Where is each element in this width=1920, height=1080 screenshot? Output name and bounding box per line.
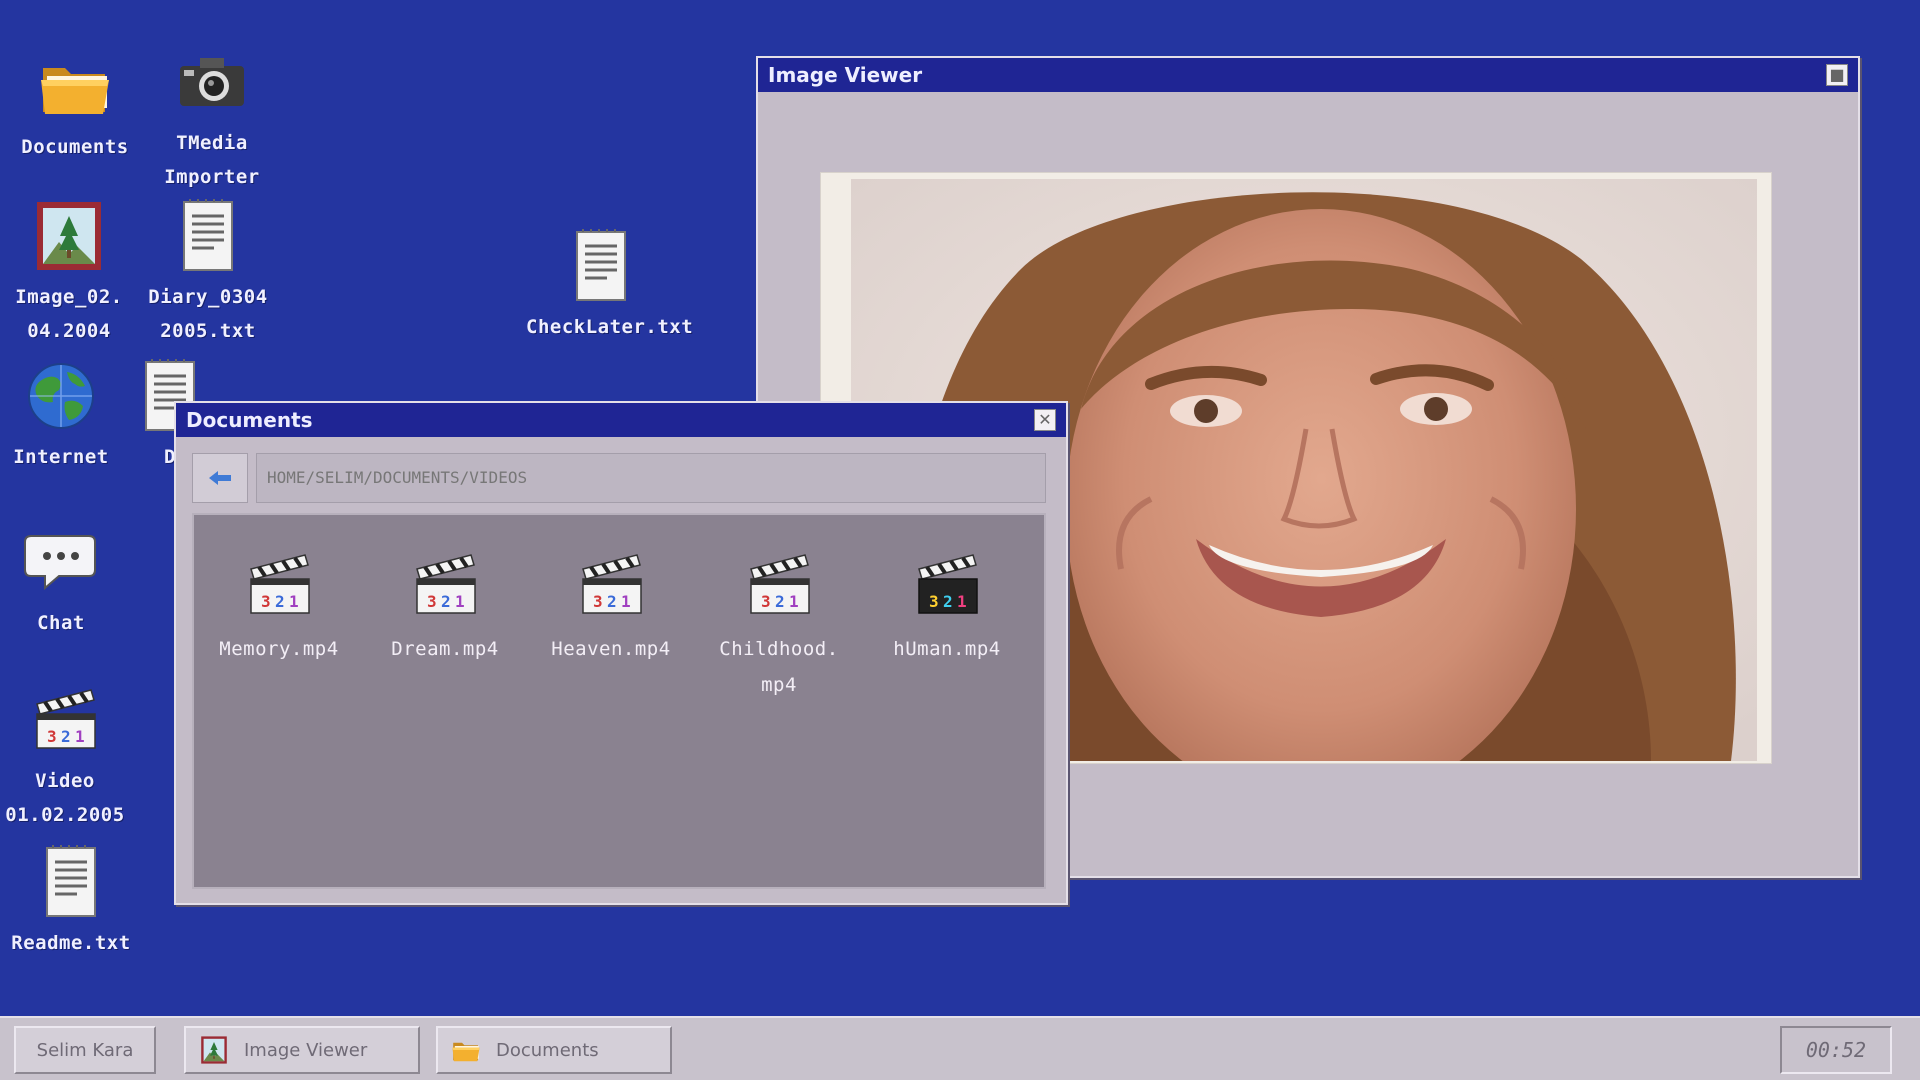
image-file-icon xyxy=(198,1034,230,1066)
user-name: Selim Kara xyxy=(36,1039,134,1061)
back-button[interactable] xyxy=(192,453,248,503)
desktop-icon-internet[interactable]: Internet xyxy=(0,356,136,474)
text-file-icon xyxy=(31,842,111,922)
taskbar-item-documents[interactable]: Documents xyxy=(436,1026,672,1074)
video-clapper-icon xyxy=(25,680,105,760)
clock: 00:52 xyxy=(1780,1026,1892,1074)
taskbar-item-label: Documents xyxy=(496,1039,599,1061)
desktop-icon-tmedia-importer[interactable]: TMedia Importer xyxy=(137,42,287,194)
documents-window[interactable]: Documents ✕ HOME/SELIM/DOCUMENTS/VIDEOS … xyxy=(174,401,1068,905)
desktop: Documents TMedia Importer Image_02. 04.2… xyxy=(0,0,1920,1080)
video-clapper-icon xyxy=(239,545,319,625)
desktop-icon-label: Readme.txt xyxy=(11,932,131,954)
desktop-icon-documents[interactable]: Documents xyxy=(0,46,150,164)
image-file-icon xyxy=(29,196,109,276)
file-list-pane: Memory.mp4 Dream.mp4 Heaven.mp4 Childhoo… xyxy=(192,513,1046,889)
desktop-icon-label: Video 01.02.2005 xyxy=(5,770,125,826)
desktop-icon-label: Diary_0304 2005.txt xyxy=(148,286,268,342)
chat-bubble-icon xyxy=(21,522,101,602)
file-item-childhood[interactable]: Childhood. mp4 xyxy=(694,545,864,703)
desktop-icon-label: Internet xyxy=(13,446,109,468)
desktop-icon-diary[interactable]: Diary_0304 2005.txt xyxy=(133,196,283,348)
desktop-icon-image-file[interactable]: Image_02. 04.2004 xyxy=(0,196,144,348)
file-label: Dream.mp4 xyxy=(391,638,499,660)
path-field[interactable]: HOME/SELIM/DOCUMENTS/VIDEOS xyxy=(256,453,1046,503)
desktop-icon-checklater[interactable]: CheckLater.txt xyxy=(526,226,694,344)
taskbar-item-label: Image Viewer xyxy=(244,1039,368,1061)
file-label: Memory.mp4 xyxy=(219,638,339,660)
desktop-icon-chat[interactable]: Chat xyxy=(0,522,136,640)
desktop-icon-label: CheckLater.txt xyxy=(526,316,694,338)
video-clapper-icon xyxy=(739,545,819,625)
maximize-button[interactable]: ■ xyxy=(1826,64,1848,86)
documents-toolbar: HOME/SELIM/DOCUMENTS/VIDEOS xyxy=(192,453,1046,503)
close-button[interactable]: ✕ xyxy=(1034,409,1056,431)
video-clapper-dark-icon xyxy=(907,545,987,625)
desktop-icon-video[interactable]: Video 01.02.2005 xyxy=(0,680,140,832)
desktop-icon-label: Image_02. 04.2004 xyxy=(15,286,123,342)
desktop-icon-label: TMedia Importer xyxy=(164,132,260,188)
file-item-human[interactable]: hUman.mp4 xyxy=(862,545,1032,667)
text-file-icon xyxy=(168,196,248,276)
video-clapper-icon xyxy=(405,545,485,625)
taskbar: Selim Kara Image Viewer Documents 00:52 xyxy=(0,1016,1920,1080)
file-item-memory[interactable]: Memory.mp4 xyxy=(194,545,364,667)
square-icon: ■ xyxy=(1829,65,1845,84)
file-item-dream[interactable]: Dream.mp4 xyxy=(360,545,530,667)
window-title: Documents xyxy=(186,408,313,432)
file-label: Childhood. mp4 xyxy=(719,638,839,696)
arrow-left-icon xyxy=(209,471,231,485)
desktop-icon-readme[interactable]: Readme.txt xyxy=(0,842,146,960)
file-label: hUman.mp4 xyxy=(893,638,1001,660)
folder-icon xyxy=(35,46,115,126)
user-button[interactable]: Selim Kara xyxy=(14,1026,156,1074)
documents-titlebar[interactable]: Documents ✕ xyxy=(176,403,1066,437)
taskbar-item-image-viewer[interactable]: Image Viewer xyxy=(184,1026,420,1074)
folder-icon xyxy=(450,1034,482,1066)
camera-icon xyxy=(172,42,252,122)
globe-icon xyxy=(21,356,101,436)
file-item-heaven[interactable]: Heaven.mp4 xyxy=(526,545,696,667)
file-label: Heaven.mp4 xyxy=(551,638,671,660)
window-title: Image Viewer xyxy=(768,63,923,87)
desktop-icon-label: Documents xyxy=(21,136,129,158)
video-clapper-icon xyxy=(571,545,651,625)
text-file-icon xyxy=(561,226,641,306)
image-viewer-titlebar[interactable]: Image Viewer ■ xyxy=(758,58,1858,92)
desktop-icon-label: Chat xyxy=(37,612,85,634)
close-icon: ✕ xyxy=(1038,410,1052,429)
